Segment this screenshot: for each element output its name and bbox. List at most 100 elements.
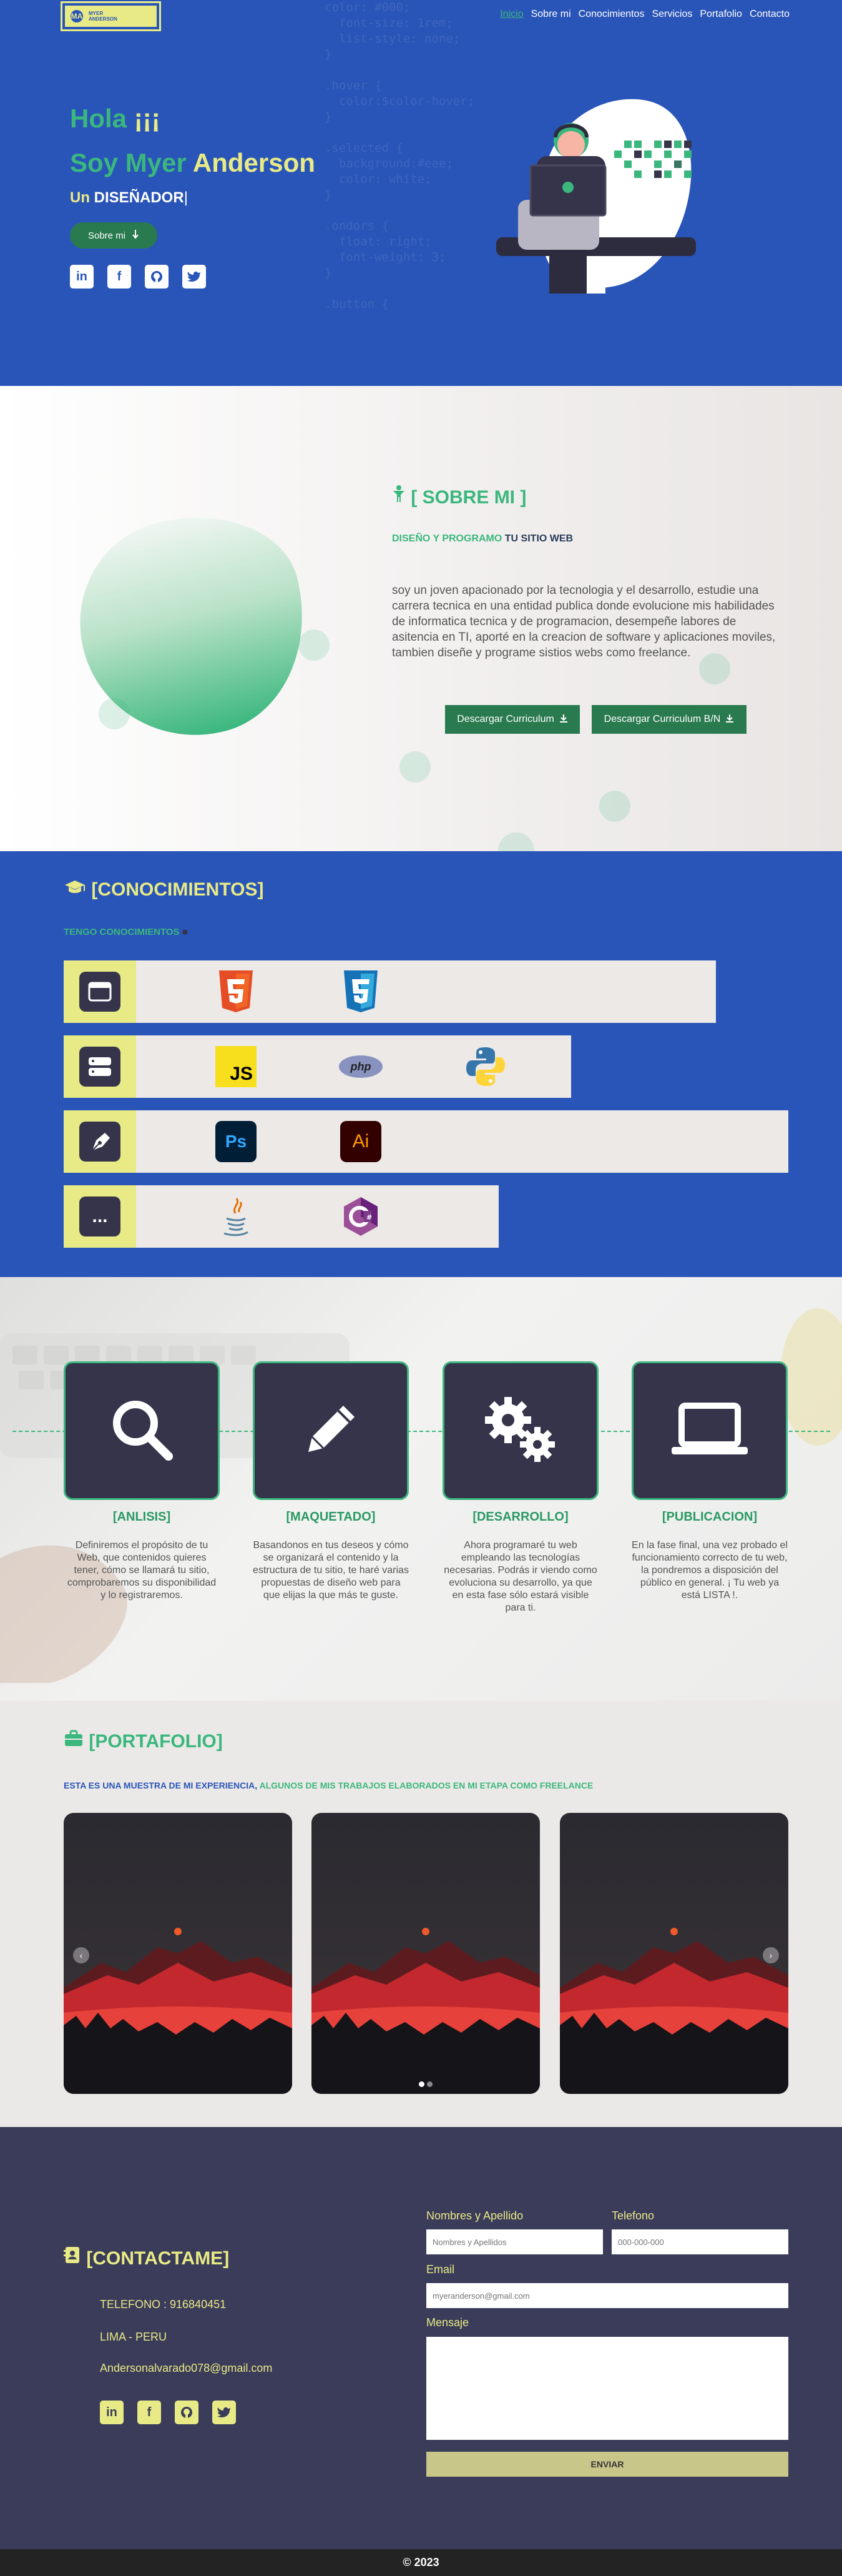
carousel-dot[interactable] <box>427 2081 433 2087</box>
knowledge-subtitle-text: TENGO CONOCIMIENTOS <box>64 927 180 937</box>
contact-email[interactable]: Andersonalvarado078@gmail.com <box>100 2362 272 2375</box>
photoshop-icon: Ps <box>213 1119 258 1164</box>
portfolio-card[interactable] <box>560 1813 788 2094</box>
portfolio-section: [PORTAFOLIO] ESTA ES UNA MUESTRA DE MI E… <box>0 1700 842 2127</box>
logo-text-line-2: ANDERSON <box>89 16 117 22</box>
css3-icon <box>338 969 383 1014</box>
about-title-text: [ SOBRE MI ] <box>411 487 527 508</box>
download-cv-label: Descargar Curriculum <box>457 714 554 724</box>
nav-item-inicio[interactable]: Inicio <box>500 9 523 20</box>
skill-category <box>64 1110 136 1173</box>
decorative-bubble <box>298 629 330 661</box>
github-icon[interactable] <box>175 2401 198 2424</box>
portfolio-image <box>560 1813 788 2094</box>
send-button[interactable]: ENVIAR <box>426 2452 788 2477</box>
process-title-maquetado: [MAQUETADO] <box>286 1510 376 1524</box>
hero-greeting: Hola ¡¡¡ <box>70 104 160 134</box>
arrow-down-icon <box>132 229 139 242</box>
typing-cursor: ■ <box>182 927 188 937</box>
about-section: [ SOBRE MI ] DISEÑO Y PROGRAMO TU SITIO … <box>0 386 842 851</box>
hero-lastname: Anderson <box>192 148 315 177</box>
hero-hola: Hola <box>70 104 127 133</box>
contact-title-text: [CONTACTAME] <box>86 2248 230 2269</box>
contact-location: LIMA - PERU <box>100 2331 167 2343</box>
knowledge-section: [CONOCIMIENTOS] TENGO CONOCIMIENTOS ■ JS… <box>0 851 842 1277</box>
search-icon <box>107 1395 176 1467</box>
process-title-analisis: [ANLISIS] <box>112 1510 171 1524</box>
message-field[interactable] <box>426 2337 788 2440</box>
phone-field[interactable] <box>612 2229 788 2254</box>
download-icon <box>559 714 568 726</box>
hero-un: Un <box>70 189 90 206</box>
nav-item-portafolio[interactable]: Portafolio <box>700 9 742 20</box>
twitter-icon[interactable] <box>212 2401 236 2424</box>
contact-section: [CONTACTAME] TELEFONO : 916840451 LIMA -… <box>0 2127 842 2549</box>
linkedin-icon[interactable]: in <box>100 2401 124 2424</box>
skill-row-frontend <box>64 960 716 1023</box>
about-decorative-blob <box>58 493 329 760</box>
download-cv-bn-button[interactable]: Descargar Curriculum B/N <box>592 705 747 734</box>
logo-text-line-1: MYER <box>89 11 104 16</box>
skill-category: ... <box>64 1185 136 1248</box>
download-cv-button[interactable]: Descargar Curriculum <box>445 705 580 734</box>
php-label: php <box>339 1055 383 1078</box>
github-icon[interactable] <box>145 265 169 289</box>
nav-item-conocimientos[interactable]: Conocimientos <box>579 9 645 20</box>
about-subtitle: DISEÑO Y PROGRAMO TU SITIO WEB <box>392 533 573 545</box>
nav-item-sobre-mi[interactable]: Sobre mi <box>531 9 571 20</box>
hero-section: color: #000; font-size: 1rem; list-style… <box>0 0 842 386</box>
carousel-dot-active[interactable] <box>419 2081 424 2087</box>
csharp-icon: # <box>338 1194 383 1239</box>
contact-social-links: in f <box>100 2401 236 2424</box>
nav-item-contacto[interactable]: Contacto <box>750 9 790 20</box>
portfolio-subtitle-b: ALGUNOS DE MIS TRABAJOS ELABORADOS EN MI… <box>259 1780 594 1790</box>
decorative-bubble <box>399 751 431 782</box>
skill-category <box>64 960 136 1023</box>
portfolio-card[interactable] <box>64 1813 292 2094</box>
hero-soy: Soy Myer <box>70 148 187 177</box>
python-icon <box>463 1044 508 1089</box>
portfolio-image <box>64 1813 292 2094</box>
twitter-icon[interactable] <box>182 265 206 289</box>
graduation-cap-icon <box>64 879 91 900</box>
process-text-maquetado: Basandonos en tus deseos y cómo se organ… <box>253 1540 409 1601</box>
portfolio-title-text: [PORTAFOLIO] <box>89 1731 223 1752</box>
process-card-maquetado <box>253 1361 409 1500</box>
email-field[interactable] <box>426 2283 788 2308</box>
carousel-next-icon[interactable]: › <box>763 1947 779 1963</box>
portfolio-subtitle-a: ESTA ES UNA MUESTRA DE MI EXPERIENCIA, <box>64 1780 258 1790</box>
process-title-publicacion: [PUBLICACION] <box>662 1510 758 1524</box>
name-field[interactable] <box>426 2229 603 2254</box>
portfolio-subtitle: ESTA ES UNA MUESTRA DE MI EXPERIENCIA, A… <box>64 1780 593 1790</box>
facebook-icon[interactable]: f <box>137 2401 161 2424</box>
html5-icon <box>213 969 258 1014</box>
portfolio-card[interactable] <box>311 1813 540 2094</box>
nav-item-servicios[interactable]: Servicios <box>652 9 692 20</box>
browser-window-icon <box>79 972 120 1012</box>
knowledge-title: [CONOCIMIENTOS] <box>64 879 263 901</box>
java-icon <box>213 1194 258 1239</box>
hero-illustration <box>493 87 705 300</box>
hero-social-links: in f <box>70 265 206 289</box>
site-logo[interactable]: MA MYER ANDERSON <box>61 1 161 31</box>
contact-card-icon <box>64 2247 86 2269</box>
message-label: Mensaje <box>426 2316 469 2329</box>
portfolio-title: [PORTAFOLIO] <box>64 1730 223 1752</box>
contact-phone: TELEFONO : 916840451 <box>100 2298 227 2311</box>
download-cv-bn-label: Descargar Curriculum B/N <box>604 714 721 724</box>
skill-row-backend: JS php <box>64 1035 571 1098</box>
facebook-icon[interactable]: f <box>107 265 131 289</box>
illustrator-icon: Ai <box>338 1119 383 1164</box>
hero-role-word: DISEÑADOR <box>94 189 184 206</box>
portfolio-image <box>311 1813 540 2094</box>
javascript-label: JS <box>215 1046 257 1087</box>
linkedin-icon[interactable]: in <box>70 265 94 289</box>
process-text-desarrollo: Ahora programaré tu web empleando las te… <box>444 1540 597 1613</box>
skill-row-design: Ps Ai <box>64 1110 788 1173</box>
illustrator-label: Ai <box>340 1121 381 1162</box>
decorative-bubble <box>99 698 130 729</box>
hero-about-button[interactable]: Sobre mi <box>70 222 157 249</box>
download-icon <box>725 714 734 726</box>
about-paragraph: soy un joven apacionado por la tecnologi… <box>392 584 776 659</box>
carousel-prev-icon[interactable]: ‹ <box>73 1947 89 1963</box>
